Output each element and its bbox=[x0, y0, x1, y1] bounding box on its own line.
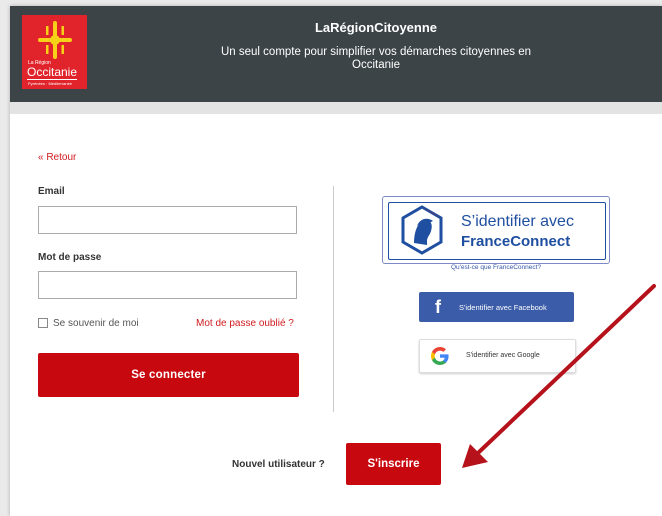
red-arrow-icon bbox=[462, 284, 656, 468]
